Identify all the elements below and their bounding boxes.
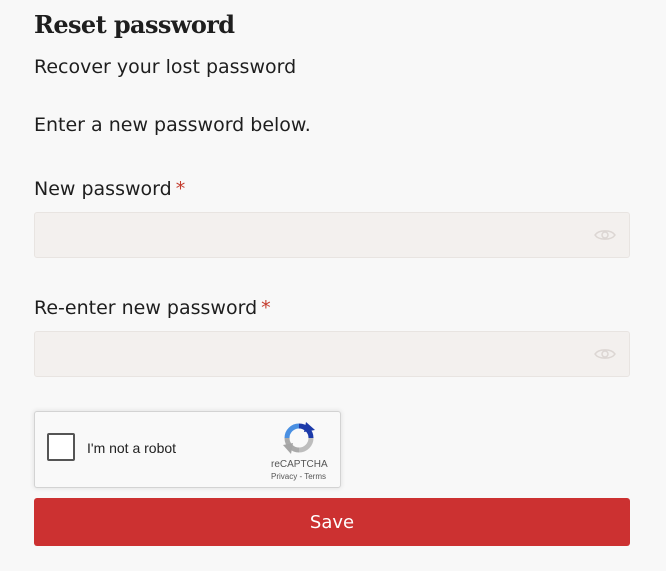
confirm-password-input[interactable] <box>35 332 585 376</box>
new-password-label: New password * <box>34 176 185 202</box>
recaptcha-brand: reCAPTCHA <box>271 459 328 470</box>
recaptcha-widget: I'm not a robot reCAPTCHA Privacy - Term… <box>34 411 341 488</box>
new-password-label-text: New password <box>34 178 172 200</box>
confirm-password-field[interactable] <box>34 331 630 377</box>
new-password-input[interactable] <box>35 213 585 257</box>
recaptcha-links: Privacy - Terms <box>271 472 326 482</box>
confirm-password-label: Re-enter new password * <box>34 295 271 321</box>
required-marker: * <box>175 178 186 200</box>
recaptcha-checkbox[interactable] <box>47 433 75 461</box>
page-title: Reset password <box>34 10 235 39</box>
instructions-text: Enter a new password below. <box>34 114 311 136</box>
eye-icon[interactable] <box>594 227 616 243</box>
recaptcha-privacy-link[interactable]: Privacy <box>271 472 297 481</box>
recaptcha-link-separator: - <box>299 472 303 481</box>
recaptcha-logo-icon <box>283 422 315 454</box>
page-subtitle: Recover your lost password <box>34 56 297 78</box>
recaptcha-terms-link[interactable]: Terms <box>304 472 326 481</box>
save-button[interactable]: Save <box>34 498 630 546</box>
new-password-field[interactable] <box>34 212 630 258</box>
recaptcha-label: I'm not a robot <box>87 440 177 456</box>
required-marker: * <box>261 297 271 319</box>
confirm-password-label-text: Re-enter new password <box>34 297 258 319</box>
eye-icon[interactable] <box>594 346 616 362</box>
